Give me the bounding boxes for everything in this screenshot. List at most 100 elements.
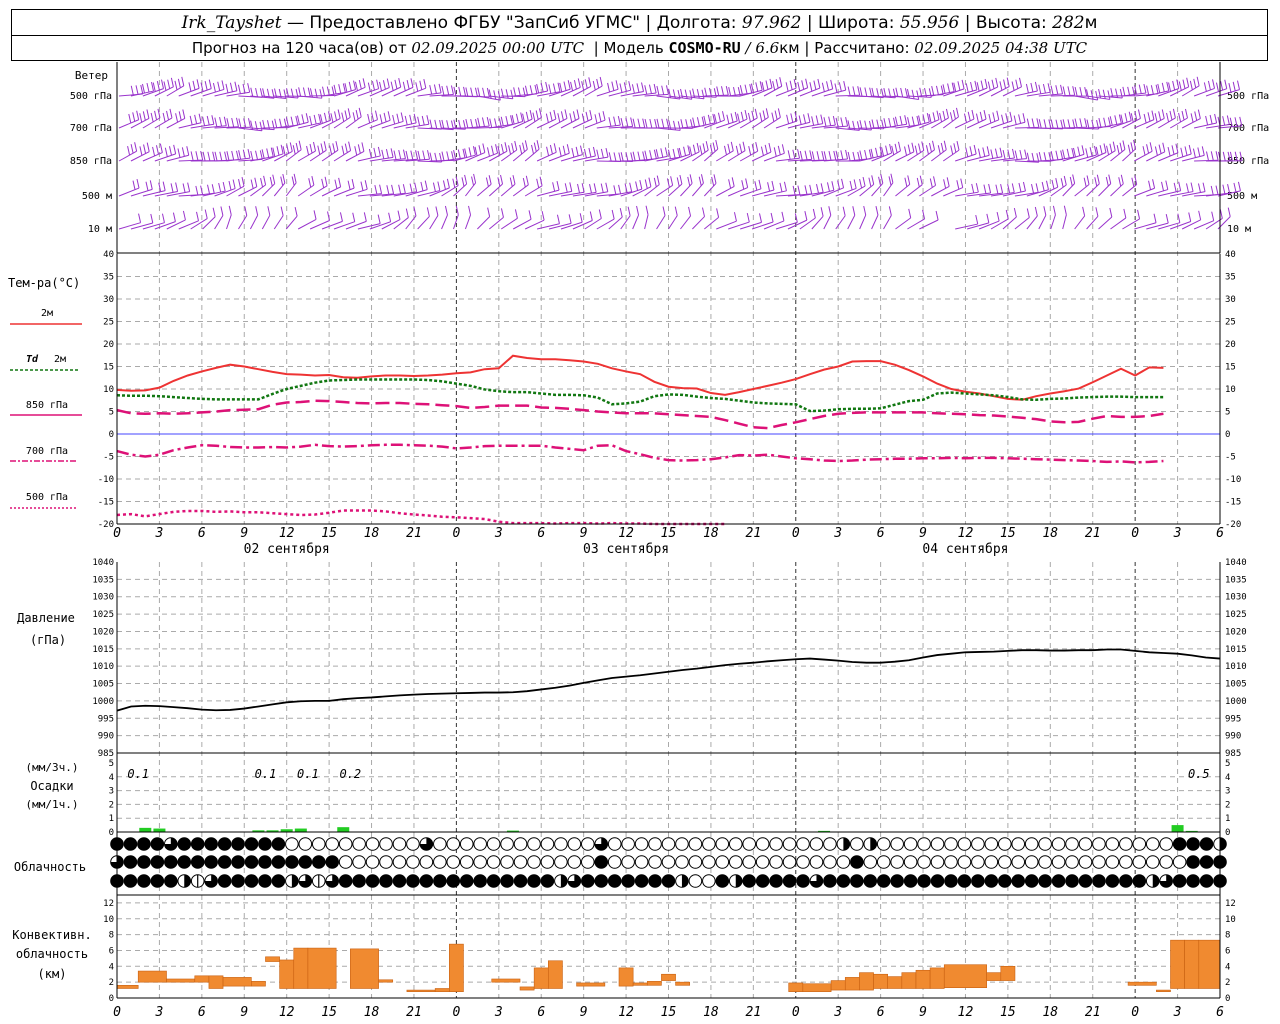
x-tick-label: 3 [833,526,842,541]
wind-barb-feather [1203,82,1207,92]
cloud-symbol [890,837,904,851]
wind-barb-feather [377,214,381,224]
cloud-symbol [702,855,716,869]
wind-barb-feather [949,112,953,122]
cloud-symbol-overcast [957,874,972,888]
convective-bar [378,979,394,983]
x-tick-label: 0 [113,526,121,541]
wind-barb-feather [755,142,759,152]
wind-barb-feather [1130,142,1134,152]
cloud-symbol [486,837,501,851]
wind-barb-shaft [441,214,448,230]
wind-barb-feather [994,148,998,158]
wind-barb-feather [374,185,378,195]
wind-barb-feather [969,146,973,156]
wind-barb-feather [731,177,735,187]
wind-barb-feather [320,143,324,153]
wind-barb-feather [464,174,468,185]
wind-barb-feather [453,119,457,129]
wind-barb-feather [932,140,935,150]
wind-barb-feather [895,87,899,97]
wind-barb-shaft [704,217,719,230]
y-tick-label-left: 1015 [92,645,114,655]
wind-barb-feather [409,114,413,125]
wind-barb-feather [301,114,305,124]
cloud-symbol [890,855,904,869]
wind-barb-shaft [811,215,824,230]
cloud-symbol [338,837,353,851]
cloud-symbol-overcast [1186,837,1200,851]
wind-barb-feather [1210,151,1214,161]
cloud-symbol [580,837,595,851]
cloud-symbol-overcast [607,874,622,888]
y-tick-label-right: 1035 [1225,575,1247,585]
wind-barb-feather [672,148,676,159]
wind-barb-feather [1122,86,1126,96]
wind-barb-feather [402,149,406,159]
wind-barb-feather [524,140,528,150]
wind-barb-feather [390,148,394,158]
wind-barb-feather [596,78,600,89]
cloud-symbol-overcast [1024,874,1039,888]
wind-barb-feather [726,114,730,124]
wind-barb-feather [1060,150,1064,160]
wind-barb-shaft [1062,183,1076,197]
wind-barb-feather [338,177,342,187]
wind-barb-feather [942,110,946,121]
wind-barb-feather [292,145,296,155]
y-tick-label-left: 2 [109,978,114,988]
wind-barb-feather [508,145,512,155]
wind-barb-feather [1138,84,1142,94]
cloud-symbol-overcast [1199,855,1214,869]
wind-barb-feather [1207,80,1211,91]
wind-barb-feather [607,82,611,93]
legend-td-symbol: Td [26,354,39,365]
wind-barb-feather [511,143,515,153]
convective-bar [251,981,266,987]
temperature-series-td [116,378,1164,413]
wind-barb-feather [272,174,276,184]
cloud-symbol-overcast [1132,874,1147,888]
wind-barb-feather [649,118,653,129]
wind-barb-feather [1011,183,1015,193]
wind-barb-feather [986,213,990,223]
convective-bar [915,969,931,989]
wind-barb-shaft [369,87,390,97]
wind-barb-feather [1005,209,1009,220]
wind-barb-feather [172,212,176,222]
wind-barb-feather [577,183,581,194]
convective-bar [533,967,549,989]
wind-barb-feather [812,208,816,219]
wind-barb-feather [577,78,581,88]
cloud-symbol-overcast [190,855,205,869]
y-tick-label-right: 15 [1225,363,1236,373]
convective-bar [859,972,874,991]
wind-barb-feather [809,150,813,160]
wind-barb-feather [1161,109,1165,119]
wind-barb-shaft [1002,216,1017,230]
convective-bar [519,986,535,991]
cloud-symbol [782,855,797,869]
wind-barb-feather [420,181,424,192]
wind-barb-shaft [321,118,341,129]
wind-barb-feather [1190,182,1194,192]
legend-t700-label: 700 гПа [26,446,68,457]
wind-barb-feather [202,116,206,126]
wind-barb-feather [826,182,830,192]
wind-barb-feather [644,150,648,160]
wind-barb-feather [162,112,166,123]
wind-barb-feather [263,175,267,185]
wind-barb-feather [960,178,964,188]
wind-barb-feather [402,81,406,91]
wind-barb-feather [939,112,943,123]
wind-barb-feather [847,86,851,96]
wind-barb-feather [888,176,892,186]
wind-barb-feather [429,152,433,162]
wind-barb-feather [742,141,746,151]
y-tick-label-left: 0 [109,994,114,1004]
cloud-symbol-overcast [1119,874,1133,888]
wind-barb-shaft [1050,214,1056,230]
x-tick-label: 12 [958,526,974,541]
wind-barb-feather [758,179,762,189]
wind-barb-feather [745,178,749,188]
